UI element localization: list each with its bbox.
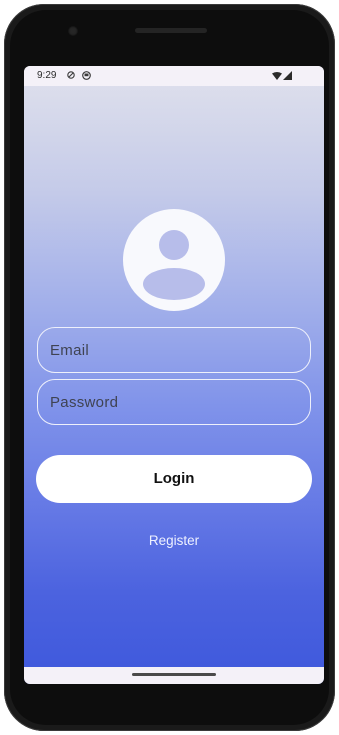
front-camera [68, 26, 78, 36]
register-link[interactable]: Register [24, 533, 324, 548]
home-gesture-handle[interactable] [132, 673, 216, 676]
avatar-glyph [143, 230, 205, 300]
password-placeholder: Password [50, 394, 119, 411]
login-button[interactable]: Login [36, 455, 312, 503]
email-placeholder: Email [50, 342, 90, 359]
email-field[interactable]: Email [37, 327, 311, 373]
status-time: 9:29 [37, 70, 57, 81]
navigation-bar [24, 667, 324, 684]
password-field[interactable]: Password [37, 379, 311, 425]
phone-frame: 9:29 Email Password Login Register [4, 4, 335, 731]
earpiece-speaker [135, 28, 207, 33]
status-bar: 9:29 [24, 66, 324, 86]
wifi-icon [272, 72, 282, 80]
app-screen: 9:29 Email Password Login Register [24, 66, 324, 684]
cellular-signal-icon [283, 71, 292, 80]
dnd-icon [67, 71, 75, 79]
account-circle-icon [123, 209, 225, 311]
app-icon [82, 71, 91, 80]
